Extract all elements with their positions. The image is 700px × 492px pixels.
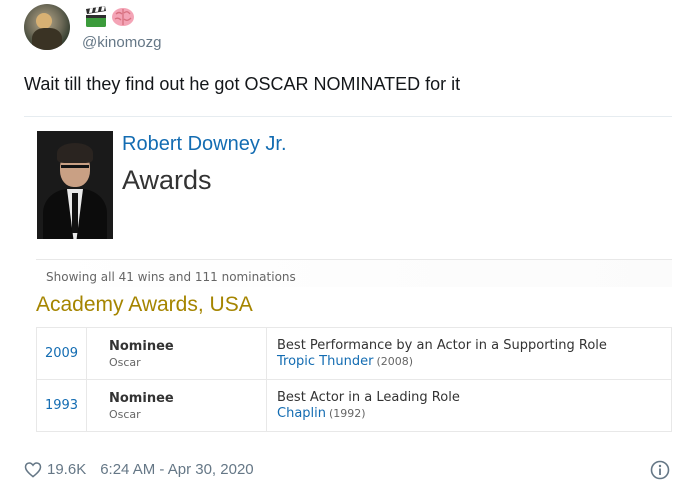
page-title: Awards: [122, 165, 212, 195]
table-row: 2009 Nominee Oscar Best Performance by a…: [36, 327, 672, 380]
clapper-board-icon: [86, 6, 106, 27]
brain-icon: [112, 8, 134, 26]
event-title: Academy Awards, USA: [36, 293, 253, 316]
table-row: 1993 Nominee Oscar Best Actor in a Leadi…: [36, 379, 672, 432]
avatar[interactable]: [24, 4, 70, 50]
tweet: @kinomozg Wait till they find out he got…: [0, 0, 700, 492]
film-title: Tropic Thunder: [277, 354, 374, 369]
photo-glasses-shape: [61, 165, 89, 171]
detail-cell: Best Actor in a Leading Role Chaplin (199…: [266, 379, 672, 432]
photo-tie-shape: [72, 193, 78, 233]
film-year: (2008): [376, 355, 414, 368]
info-button[interactable]: [650, 460, 670, 480]
film-title-line: Tropic Thunder (2008): [277, 354, 671, 369]
awards-table: 2009 Nominee Oscar Best Performance by a…: [36, 327, 672, 432]
award-year: 1993: [36, 379, 87, 432]
avatar-body-shape: [32, 28, 62, 50]
tweet-footer: 19.6K 6:24 AM - Apr 30, 2020: [24, 458, 254, 480]
tweet-text: Wait till they find out he got OSCAR NOM…: [24, 74, 461, 94]
award-category: Best Actor in a Leading Role: [277, 390, 460, 405]
award-year: 2009: [36, 327, 87, 380]
outcome-label: Nominee: [109, 338, 174, 354]
embedded-image[interactable]: Robert Downey Jr. Awards Showing all 41 …: [24, 116, 672, 434]
photo-hair-shape: [57, 143, 93, 163]
award-name: Oscar: [109, 355, 141, 369]
info-icon: [650, 460, 670, 480]
award-name: Oscar: [109, 407, 141, 421]
film-title-line: Chaplin (1992): [277, 406, 671, 421]
film-title: Chaplin: [277, 406, 326, 421]
avatar-face-shape: [36, 13, 52, 29]
detail-cell: Best Performance by an Actor in a Suppor…: [266, 327, 672, 380]
summary-bar: Showing all 41 wins and 111 nominations: [36, 259, 672, 287]
user-handle[interactable]: @kinomozg: [82, 34, 161, 51]
outcome-cell: Nominee Oscar: [86, 379, 267, 432]
actor-name-link: Robert Downey Jr.: [122, 133, 287, 155]
award-category: Best Performance by an Actor in a Suppor…: [277, 338, 607, 353]
outcome-label: Nominee: [109, 390, 174, 406]
tweet-timestamp[interactable]: 6:24 AM - Apr 30, 2020: [100, 461, 253, 478]
awards-summary: Showing all 41 wins and 111 nominations: [46, 270, 296, 284]
like-count[interactable]: 19.6K: [47, 461, 86, 478]
film-year: (1992): [329, 407, 366, 420]
display-name-emojis: [84, 6, 135, 30]
actor-photo: [37, 131, 113, 239]
heart-icon[interactable]: [24, 461, 42, 478]
outcome-cell: Nominee Oscar: [86, 327, 267, 380]
